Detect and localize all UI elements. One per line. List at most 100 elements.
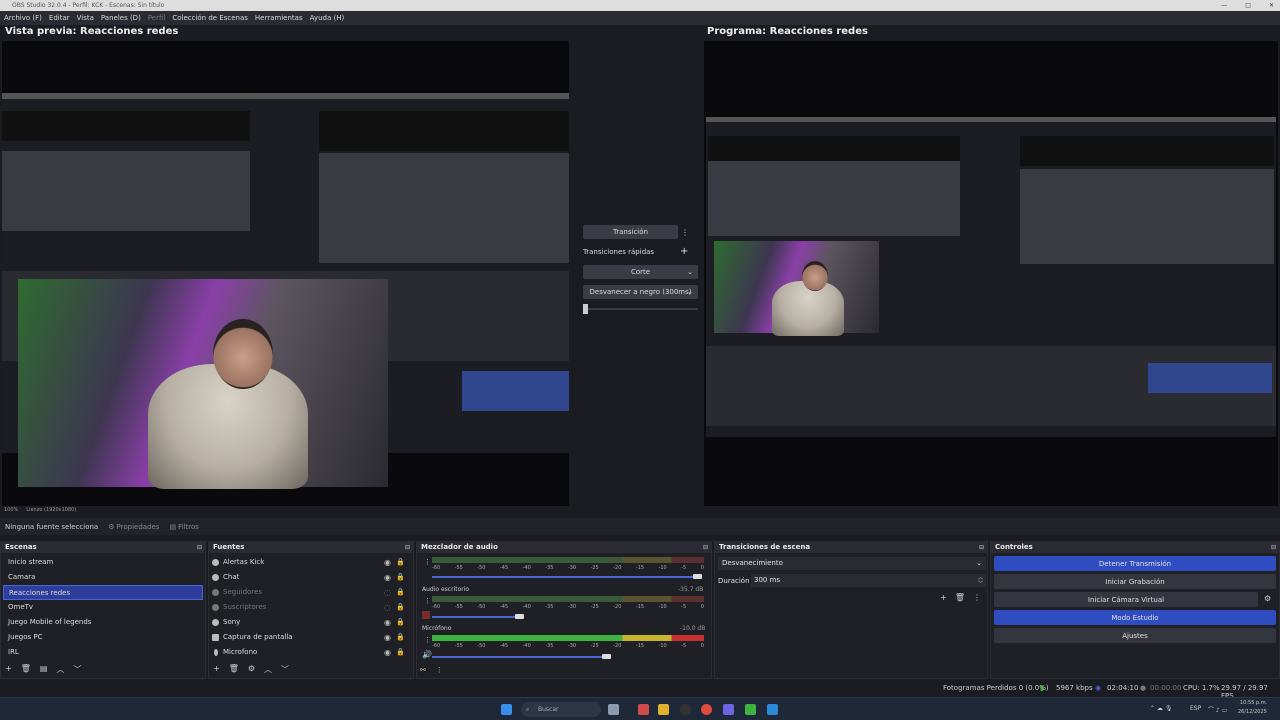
wifi-icon[interactable]: ⌒ ♪ ▭ [1208,705,1227,714]
menu-coleccion[interactable]: Colección de Escenas [172,14,248,22]
channel-menu-icon[interactable]: ⋮ [424,558,431,566]
add-icon[interactable]: + [940,593,947,602]
lock-icon[interactable]: 🔒 [396,630,405,645]
source-item[interactable]: Microfono ◉ 🔒 [209,645,413,660]
add-icon[interactable]: + [213,664,220,675]
volume-slider[interactable] [432,616,520,618]
eye-icon[interactable]: ◉ [384,630,391,645]
taskview-icon[interactable] [608,704,619,715]
menu-editar[interactable]: Editar [49,14,70,22]
lock-icon[interactable]: 🔒 [396,555,405,570]
chevron-down-icon[interactable]: ﹀ [73,664,81,675]
app-icon[interactable] [638,704,649,715]
dock-menu-icon[interactable]: ⊟ [979,542,984,553]
chevron-up-icon[interactable]: ︿ [264,664,272,675]
chevron-down-icon[interactable]: ﹀ [281,664,289,675]
lock-icon[interactable]: 🔒 [396,600,405,615]
gear-icon[interactable]: ⚙ [248,664,255,675]
eye-icon[interactable]: ◉ [384,570,391,585]
source-item[interactable]: Suscriptores ◌ 🔒 [209,600,413,615]
transition-button[interactable]: Transición [583,225,678,239]
menu-perfil[interactable]: Perfil [148,14,166,22]
scene-item-selected[interactable]: Reacciones redes [3,585,203,600]
link-icon[interactable]: ⚯ [420,666,426,674]
dock-menu-icon[interactable]: ⊟ [1271,542,1276,553]
lock-icon[interactable]: 🔒 [396,585,405,600]
filter-icon[interactable]: ▤ [40,664,48,675]
discord-icon[interactable] [723,704,734,715]
gear-icon[interactable]: ⚙ [1264,594,1271,603]
source-item[interactable]: Captura de pantalla ◉ 🔒 [209,630,413,645]
start-recording-button[interactable]: Iniciar Grabación [994,574,1276,589]
tbar-handle[interactable] [583,304,588,314]
menu-archivo[interactable]: Archivo (F) [4,14,42,22]
folder-icon[interactable] [658,704,669,715]
volume-knob[interactable] [693,574,702,579]
settings-button[interactable]: Ajustes [994,628,1276,643]
virtual-camera-button[interactable]: Iniciar Cámara Virtual [994,592,1258,607]
stop-stream-button[interactable]: Detener Transmisión [994,556,1276,571]
trash-icon[interactable]: 🗑 [229,664,239,675]
filters-button[interactable]: ▤ Filtros [169,523,198,531]
trash-icon[interactable]: 🗑 [955,593,965,602]
scene-item[interactable]: OmeTv [3,600,203,615]
windows-start-icon[interactable] [501,704,512,715]
spinner-icon[interactable]: ︿ ﹀ [978,575,983,587]
fade-select[interactable]: Desvanecer a negro (300ms) ⌄ [583,285,698,299]
obs-icon[interactable] [680,704,691,715]
source-item[interactable]: Seguidores ◌ 🔒 [209,585,413,600]
volume-slider[interactable] [432,576,697,578]
dock-menu-icon[interactable]: ⊟ [405,542,410,553]
menu-vista[interactable]: Vista [77,14,94,22]
source-item[interactable]: Sony ◉ 🔒 [209,615,413,630]
dock-menu-icon[interactable]: ⊟ [197,542,202,553]
more-icon[interactable]: ⋮ [973,593,981,602]
add-icon[interactable]: + [5,664,12,675]
menu-herramientas[interactable]: Herramientas [255,14,303,22]
chevron-up-icon[interactable]: ︿ [56,664,64,675]
volume-knob[interactable] [515,614,524,619]
maximize-button[interactable]: □ [1245,0,1251,11]
add-icon[interactable]: + [680,246,688,257]
scene-item[interactable]: Camara [3,570,203,585]
trash-icon[interactable]: 🗑 [21,664,31,675]
dock-menu-icon[interactable]: ⊟ [703,542,708,553]
canvas-size[interactable]: Lienzo (1920x1080) [26,507,76,513]
channel-menu-icon[interactable]: ⋮ [424,636,431,644]
lock-icon[interactable]: 🔒 [396,570,405,585]
minimize-button[interactable]: — [1221,0,1227,11]
eye-hidden-icon[interactable]: ◌ [384,585,391,600]
zoom-level[interactable]: 100% [4,507,18,513]
preview-canvas[interactable] [2,41,569,506]
channel-menu-icon[interactable]: ⋮ [424,597,431,605]
volume-knob[interactable] [602,654,611,659]
volume-slider[interactable] [432,656,607,658]
scene-item[interactable]: Juegos PC [3,630,203,645]
eye-icon[interactable]: ◉ [384,555,391,570]
webcam-source[interactable] [18,279,388,489]
duration-input[interactable]: 300 ms ︿ ﹀ [751,574,986,587]
tbar-track[interactable] [583,308,698,310]
eye-hidden-icon[interactable]: ◌ [384,600,391,615]
more-icon[interactable]: ⋮ [681,228,689,237]
scene-item[interactable]: Juego Mobile of legends [3,615,203,630]
menu-ayuda[interactable]: Ayuda (H) [310,14,345,22]
transition-type-select[interactable]: Desvanecimiento ⌄ [718,557,986,570]
scene-item[interactable]: IRL [3,645,203,660]
chrome-icon[interactable] [701,704,712,715]
properties-button[interactable]: ⚙ Propiedades [108,523,159,531]
close-button[interactable]: ✕ [1269,0,1274,11]
tray-icons[interactable]: ⌃ ☁ 🎙 [1150,705,1172,712]
taskbar-search[interactable]: ⌕ Buscar [521,702,601,717]
source-item[interactable]: Alertas Kick ◉ 🔒 [209,555,413,570]
speaker-icon[interactable]: 🔊 [422,650,432,659]
source-item[interactable]: Chat ◉ 🔒 [209,570,413,585]
eye-icon[interactable]: ◉ [384,615,391,630]
more-icon[interactable]: ⋮ [436,666,443,674]
cut-select[interactable]: Corte ⌄ [583,265,698,279]
clock-time[interactable]: 10:55 p.m. [1240,700,1267,706]
muted-icon[interactable] [422,611,430,619]
language-indicator[interactable]: ESP [1190,705,1201,712]
eye-icon[interactable]: ◉ [384,645,391,660]
studio-mode-button[interactable]: Modo Estudio [994,610,1276,625]
